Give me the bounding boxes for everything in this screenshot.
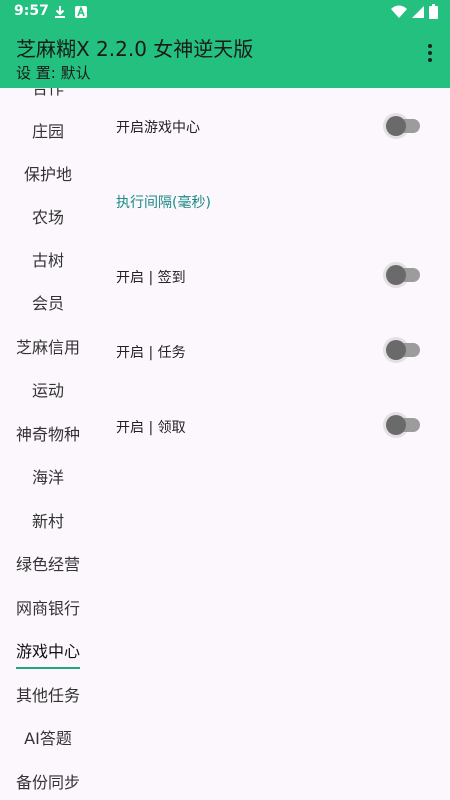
app-icon (74, 4, 88, 23)
nav-item-green-business[interactable]: 绿色经营 (0, 543, 96, 583)
setting-sign-in-label: 开启 | 签到 (116, 270, 186, 286)
nav-item-member[interactable]: 会员 (0, 282, 96, 322)
setting-interval-link[interactable]: 执行间隔(毫秒) (116, 192, 211, 212)
config-subtitle: 设 置: 默认 (16, 64, 91, 82)
nav-item-farm[interactable]: 农场 (0, 196, 96, 236)
wifi-icon (391, 4, 407, 23)
nav-item-mybank[interactable]: 网商银行 (0, 587, 96, 627)
settings-category-list[interactable]: 合作 庄园 保护地 农场 古树 会员 芝麻信用 运动 神奇物种 海洋 新村 绿色… (0, 88, 96, 800)
more-vert-icon[interactable] (420, 40, 440, 66)
nav-item-cooperation[interactable]: 合作 (0, 88, 96, 107)
setting-open-game-center-label: 开启游戏中心 (116, 120, 200, 136)
sign-in-switch[interactable] (386, 263, 420, 287)
settings-pane: 开启游戏中心 执行间隔(毫秒) 开启 | 签到 开启 | 任务 开启 | 领取 (96, 88, 450, 800)
claim-switch[interactable] (386, 413, 420, 437)
status-time: 9:57 (14, 3, 49, 19)
setting-task-label: 开启 | 任务 (116, 345, 186, 361)
app-header: 9:57 芝麻糊X 2.2.0 女神逆天版 设 置: 默认 (0, 0, 450, 88)
nav-item-game-center[interactable]: 游戏中心 (0, 630, 96, 670)
nav-item-sesame-credit[interactable]: 芝麻信用 (0, 326, 96, 366)
nav-item-backup-sync[interactable]: 备份同步 (0, 761, 96, 800)
nav-item-magic-species[interactable]: 神奇物种 (0, 413, 96, 453)
nav-item-other-tasks[interactable]: 其他任务 (0, 674, 96, 714)
battery-icon (429, 4, 438, 23)
open-game-center-switch[interactable] (386, 114, 420, 138)
nav-item-ai-quiz[interactable]: AI答题 (0, 717, 96, 757)
download-icon (54, 4, 66, 23)
signal-icon (411, 4, 425, 23)
active-tab-indicator (16, 667, 80, 669)
nav-item-sport[interactable]: 运动 (0, 369, 96, 409)
status-bar: 9:57 (0, 0, 450, 24)
nav-item-ancient-tree[interactable]: 古树 (0, 239, 96, 279)
nav-item-protected-area[interactable]: 保护地 (0, 153, 96, 193)
app-title: 芝麻糊X 2.2.0 女神逆天版 (16, 37, 254, 61)
nav-item-ocean[interactable]: 海洋 (0, 456, 96, 496)
setting-claim-label: 开启 | 领取 (116, 420, 186, 436)
nav-item-manor[interactable]: 庄园 (0, 110, 96, 150)
nav-item-new-village[interactable]: 新村 (0, 500, 96, 540)
task-switch[interactable] (386, 338, 420, 362)
